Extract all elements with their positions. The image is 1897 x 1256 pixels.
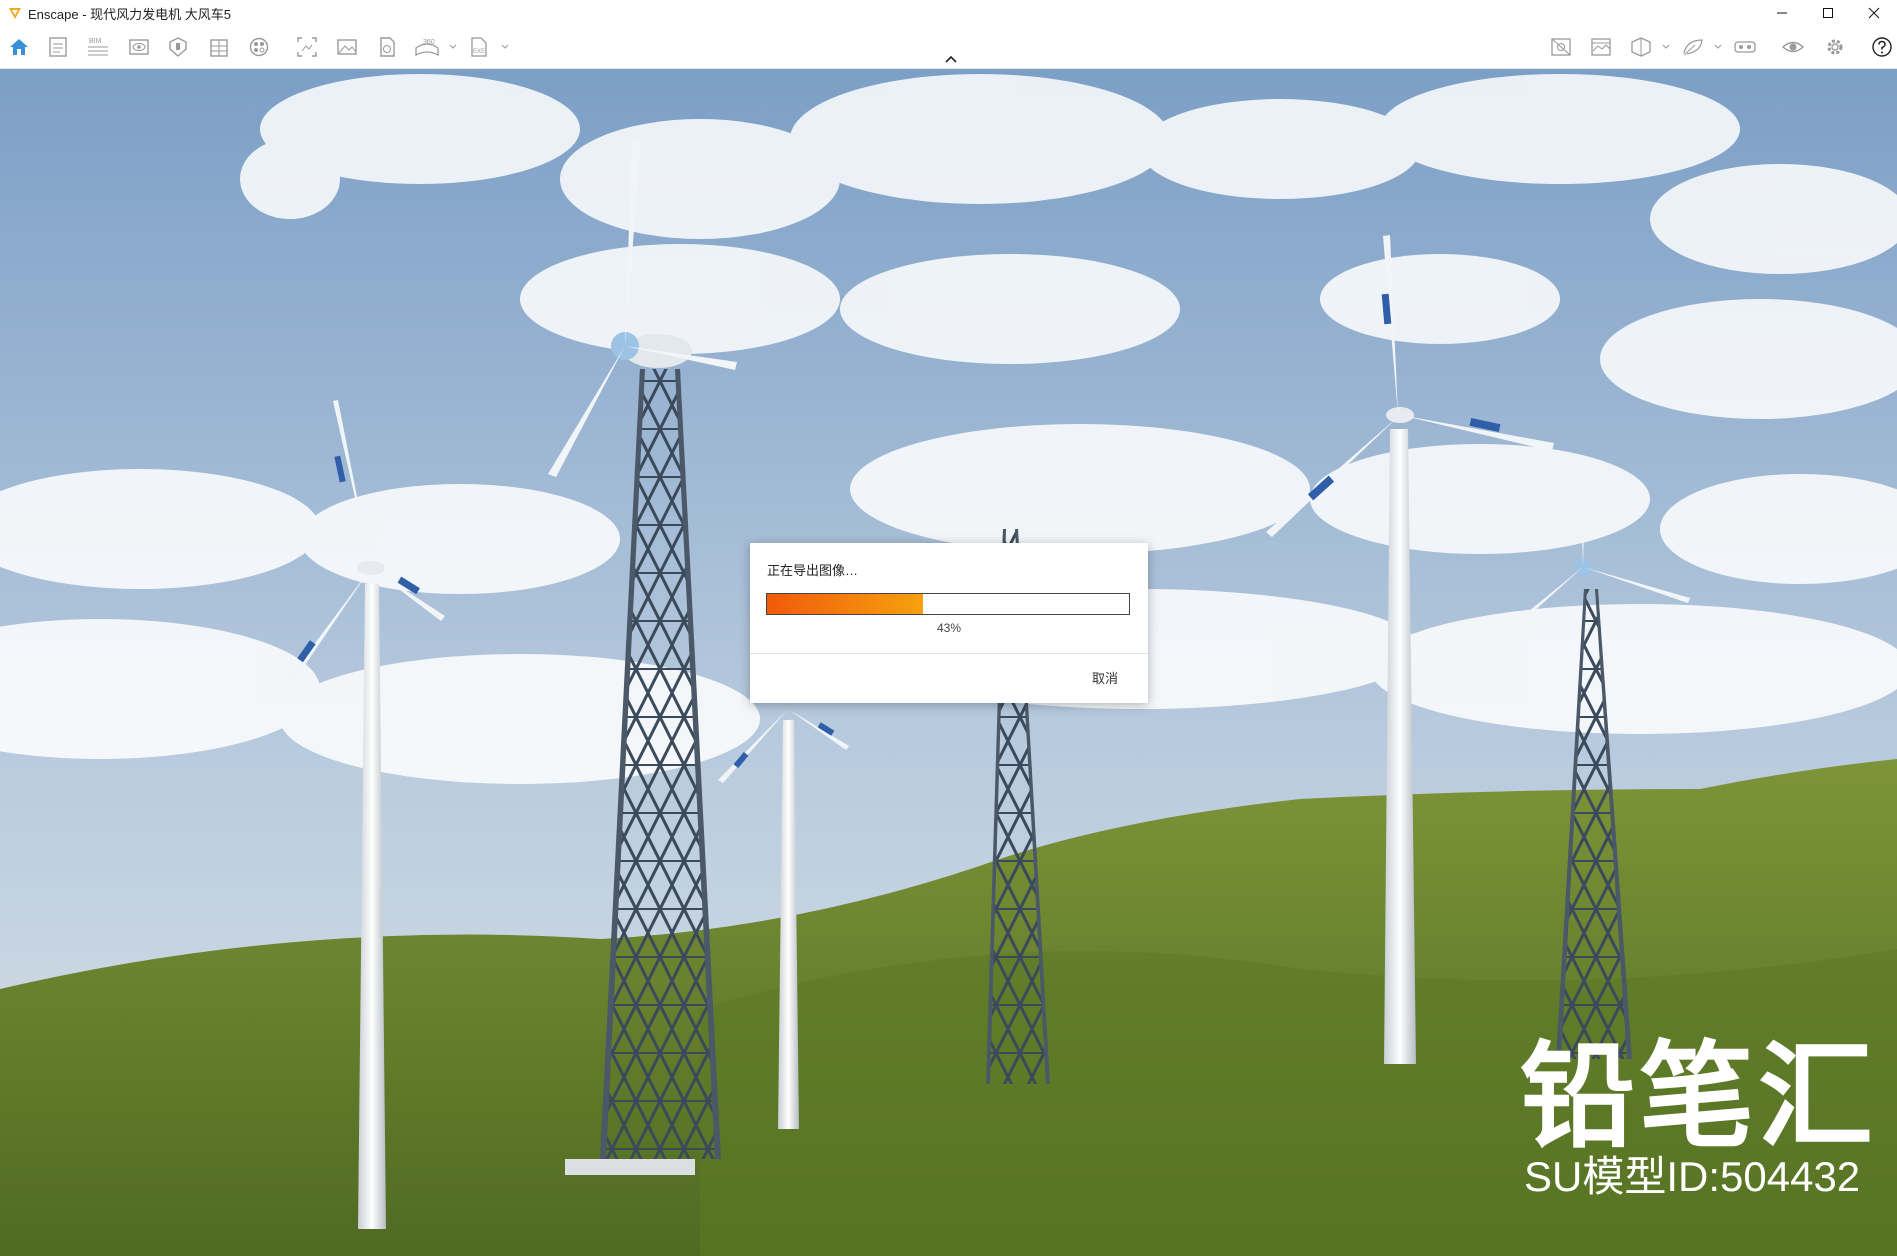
progress-percent-label: 43% (936, 621, 962, 635)
svg-text:BIM: BIM (89, 38, 102, 45)
feedback-dropdown-chevron-icon[interactable] (1713, 40, 1723, 54)
batch-render-icon[interactable] (374, 35, 400, 59)
model-id-watermark: SU模型ID:504432 (1524, 1153, 1861, 1200)
dialog-title: 正在导出图像… (767, 563, 859, 578)
section-icon[interactable] (1628, 35, 1654, 59)
panorama-dropdown-chevron-icon[interactable] (448, 40, 458, 54)
building-icon[interactable] (206, 35, 232, 59)
toolbar: BIM 360 EXE (0, 26, 1897, 69)
image-icon[interactable] (334, 35, 360, 59)
view-icon[interactable] (126, 35, 152, 59)
window-title: Enscape - 现代风力发电机 大风车5 (28, 6, 231, 22)
export-progress-dialog: 正在导出图像… 43% 取消 (750, 543, 1148, 703)
cancel-button[interactable]: 取消 (1092, 668, 1118, 687)
help-icon[interactable] (1869, 35, 1895, 59)
vr-headset-icon[interactable] (1732, 35, 1758, 59)
render-view-icon[interactable] (1548, 35, 1574, 59)
title-bar: Enscape - 现代风力发电机 大风车5 (0, 0, 1897, 26)
dialog-divider (750, 653, 1148, 654)
bookmark-icon[interactable] (165, 35, 191, 59)
progress-bar-fill (767, 594, 923, 614)
collapse-toolbar-chevron-up-icon[interactable] (940, 51, 962, 67)
panorama-icon[interactable]: 360 (414, 35, 440, 59)
eye-icon[interactable] (1780, 35, 1806, 59)
exe-dropdown-chevron-icon[interactable] (500, 40, 510, 54)
svg-text:EXE: EXE (473, 49, 485, 55)
feedback-icon[interactable] (1680, 35, 1706, 59)
maximize-icon[interactable] (1805, 0, 1851, 26)
settings-icon[interactable] (1822, 35, 1848, 59)
export-progress-bar (766, 593, 1130, 615)
exe-export-icon[interactable]: EXE (466, 35, 492, 59)
landscape-icon[interactable] (1588, 35, 1614, 59)
bim-icon[interactable]: BIM (85, 35, 111, 59)
home-icon[interactable] (6, 35, 32, 59)
section-dropdown-chevron-icon[interactable] (1661, 40, 1671, 54)
enscape-logo-icon (9, 8, 21, 19)
minimize-icon[interactable] (1759, 0, 1805, 26)
screenshot-icon[interactable] (294, 35, 320, 59)
materials-icon[interactable] (246, 35, 272, 59)
close-icon[interactable] (1851, 0, 1897, 26)
document-icon[interactable] (45, 35, 71, 59)
brand-watermark: 铅笔汇 (1520, 1030, 1878, 1164)
